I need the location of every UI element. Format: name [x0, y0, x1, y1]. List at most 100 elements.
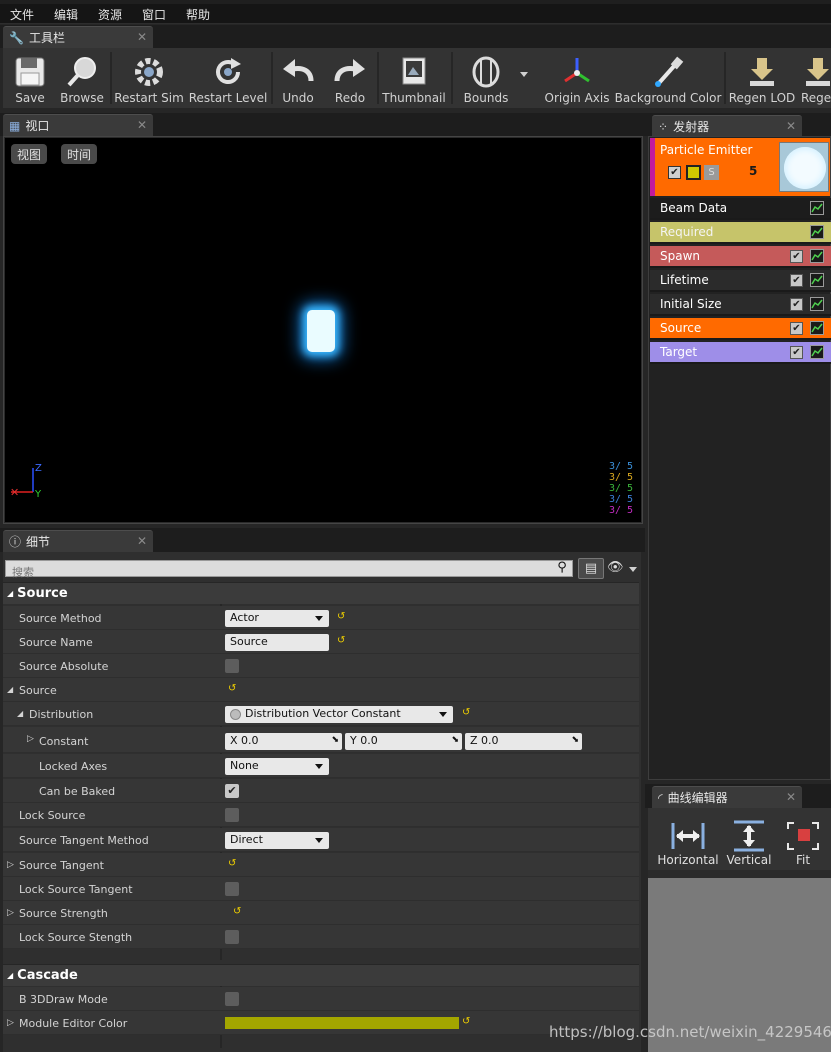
source-method-select[interactable]: Actor — [225, 610, 329, 627]
background-color-button[interactable]: Background Color — [615, 48, 721, 108]
restart-level-button[interactable]: Restart Level — [189, 48, 267, 108]
curve-graph-icon[interactable] — [810, 321, 824, 335]
visibility-eye-icon[interactable]: 👁 — [607, 560, 624, 575]
menu-help[interactable]: 帮助 — [186, 6, 210, 23]
locked-axes-select[interactable]: None — [225, 758, 329, 775]
stat-line: 3/ 5 — [609, 494, 634, 505]
browse-button[interactable]: Browse — [57, 48, 107, 108]
save-button[interactable]: Save — [5, 48, 55, 108]
viewport[interactable]: 视图 时间 Z Y ✕ 3/ 5 3/ 5 3/ 5 3/ 5 3/ 5 — [5, 138, 641, 522]
emitter-icon: ⁘ — [658, 119, 669, 134]
module-enable-checkbox[interactable]: ✔ — [790, 298, 803, 311]
stat-line: 3/ 5 — [609, 505, 634, 516]
module-enable-checkbox[interactable]: ✔ — [790, 250, 803, 263]
expand-arrow-icon[interactable]: ▷ — [7, 1018, 14, 1028]
bounds-button[interactable]: Bounds — [457, 48, 515, 108]
module-source[interactable]: Source ✔ — [650, 318, 831, 340]
source-tangent-method-select[interactable]: Direct — [225, 832, 329, 849]
view-menu-button[interactable]: 视图 — [11, 144, 48, 164]
collapse-arrow-icon[interactable]: ◢ — [7, 685, 13, 694]
thumbnail-button[interactable]: Thumbnail — [382, 48, 446, 108]
curve-graph-icon[interactable] — [810, 273, 824, 287]
tab-emitters[interactable]: ⁘ 发射器 ✕ — [652, 115, 802, 137]
can-be-baked-checkbox[interactable]: ✔ — [225, 784, 239, 798]
tab-toolbar[interactable]: 🔧 工具栏 ✕ — [3, 26, 153, 48]
regen-lod-button[interactable]: Regen LOD — [729, 48, 795, 108]
curve-graph-icon[interactable] — [810, 225, 824, 239]
constant-y-field[interactable]: Y 0.0 ⬊ — [345, 733, 462, 750]
property-matrix-icon[interactable]: ▤ — [578, 558, 604, 579]
bounds-dropdown-arrow[interactable] — [520, 72, 528, 77]
close-icon[interactable]: ✕ — [137, 30, 147, 44]
render-mode-icon[interactable] — [686, 165, 701, 180]
menu-asset[interactable]: 资源 — [98, 6, 122, 23]
solo-button[interactable]: S — [704, 165, 719, 180]
curve-graph-icon[interactable] — [810, 297, 824, 311]
emitter-particle-count: 5 — [749, 164, 758, 178]
expand-arrow-icon[interactable]: ▷ — [27, 734, 34, 744]
reset-default-icon[interactable]: ↺ — [228, 858, 236, 869]
menu-window[interactable]: 窗口 — [142, 6, 166, 23]
tab-viewport[interactable]: ▦ 视口 ✕ — [3, 114, 153, 136]
close-icon[interactable]: ✕ — [137, 534, 147, 548]
reset-default-icon[interactable]: ↺ — [337, 635, 345, 646]
lock-source-checkbox[interactable] — [225, 808, 239, 822]
module-spawn[interactable]: Spawn ✔ — [650, 246, 831, 268]
module-enable-checkbox[interactable]: ✔ — [790, 322, 803, 335]
module-editor-color-swatch[interactable] — [225, 1017, 459, 1029]
reset-default-icon[interactable]: ↺ — [337, 611, 345, 622]
menu-file[interactable]: 文件 — [10, 6, 34, 23]
constant-x-field[interactable]: X 0.0 ⬊ — [225, 733, 342, 750]
expand-arrow-icon[interactable]: ▷ — [7, 860, 14, 870]
b3d-draw-mode-checkbox[interactable] — [225, 992, 239, 1006]
reset-default-icon[interactable]: ↺ — [462, 1016, 470, 1027]
module-enable-checkbox[interactable]: ✔ — [790, 346, 803, 359]
reset-default-icon[interactable]: ↺ — [462, 707, 470, 718]
close-icon[interactable]: ✕ — [786, 790, 796, 804]
close-icon[interactable]: ✕ — [786, 119, 796, 133]
close-icon[interactable]: ✕ — [137, 118, 147, 132]
time-menu-button[interactable]: 时间 — [61, 144, 98, 164]
source-absolute-checkbox[interactable] — [225, 659, 239, 673]
vertical-fit-button[interactable]: Vertical — [720, 808, 778, 870]
category-cascade[interactable]: ◢ Cascade — [3, 964, 639, 986]
row-source-absolute: Source Absolute — [3, 654, 639, 678]
reset-default-icon[interactable]: ↺ — [233, 906, 241, 917]
redo-button[interactable]: Redo — [327, 48, 373, 108]
curve-graph-icon[interactable] — [810, 201, 824, 215]
undo-button[interactable]: Undo — [275, 48, 321, 108]
horizontal-fit-button[interactable]: Horizontal — [656, 808, 720, 870]
origin-axis-button[interactable]: Origin Axis — [541, 48, 613, 108]
menu-edit[interactable]: 编辑 — [54, 6, 78, 23]
tab-details[interactable]: ⓘ 细节 ✕ — [3, 530, 153, 552]
distribution-select[interactable]: Distribution Vector Constant — [225, 706, 453, 723]
expand-arrow-icon[interactable]: ▷ — [7, 908, 14, 918]
emitter-header[interactable]: Particle Emitter ✔ S 5 — [650, 138, 830, 196]
chevron-down-icon — [315, 838, 323, 843]
fit-button[interactable]: Fit — [778, 808, 828, 870]
curve-graph-icon[interactable] — [810, 345, 824, 359]
tab-curve-editor[interactable]: ◜ 曲线编辑器 ✕ — [652, 786, 802, 808]
module-enable-checkbox[interactable]: ✔ — [790, 274, 803, 287]
curve-graph-icon[interactable] — [810, 249, 824, 263]
module-required[interactable]: Required — [650, 222, 831, 244]
lock-source-tangent-checkbox[interactable] — [225, 882, 239, 896]
lock-source-stength-checkbox[interactable] — [225, 930, 239, 944]
module-initial-size[interactable]: Initial Size ✔ — [650, 294, 831, 316]
module-lifetime[interactable]: Lifetime ✔ — [650, 270, 831, 292]
regen-lod-button-2[interactable]: Rege — [801, 48, 831, 108]
chevron-down-icon[interactable] — [629, 567, 637, 572]
collapse-arrow-icon[interactable]: ◢ — [17, 709, 23, 718]
category-source[interactable]: ◢ Source — [3, 582, 639, 604]
reset-default-icon[interactable]: ↺ — [228, 683, 236, 694]
search-icon[interactable]: ⚲ — [553, 560, 571, 577]
curve-icon: ◜ — [658, 790, 663, 805]
module-beam-data[interactable]: Beam Data — [650, 198, 831, 220]
restart-sim-button[interactable]: Restart Sim — [114, 48, 184, 108]
search-input[interactable] — [6, 565, 572, 580]
module-target[interactable]: Target ✔ — [650, 342, 831, 364]
emitter-enable-checkbox[interactable]: ✔ — [668, 166, 681, 179]
search-box[interactable] — [5, 560, 573, 580]
source-name-field[interactable]: Source — [225, 634, 329, 651]
constant-z-field[interactable]: Z 0.0 ⬊ — [465, 733, 582, 750]
